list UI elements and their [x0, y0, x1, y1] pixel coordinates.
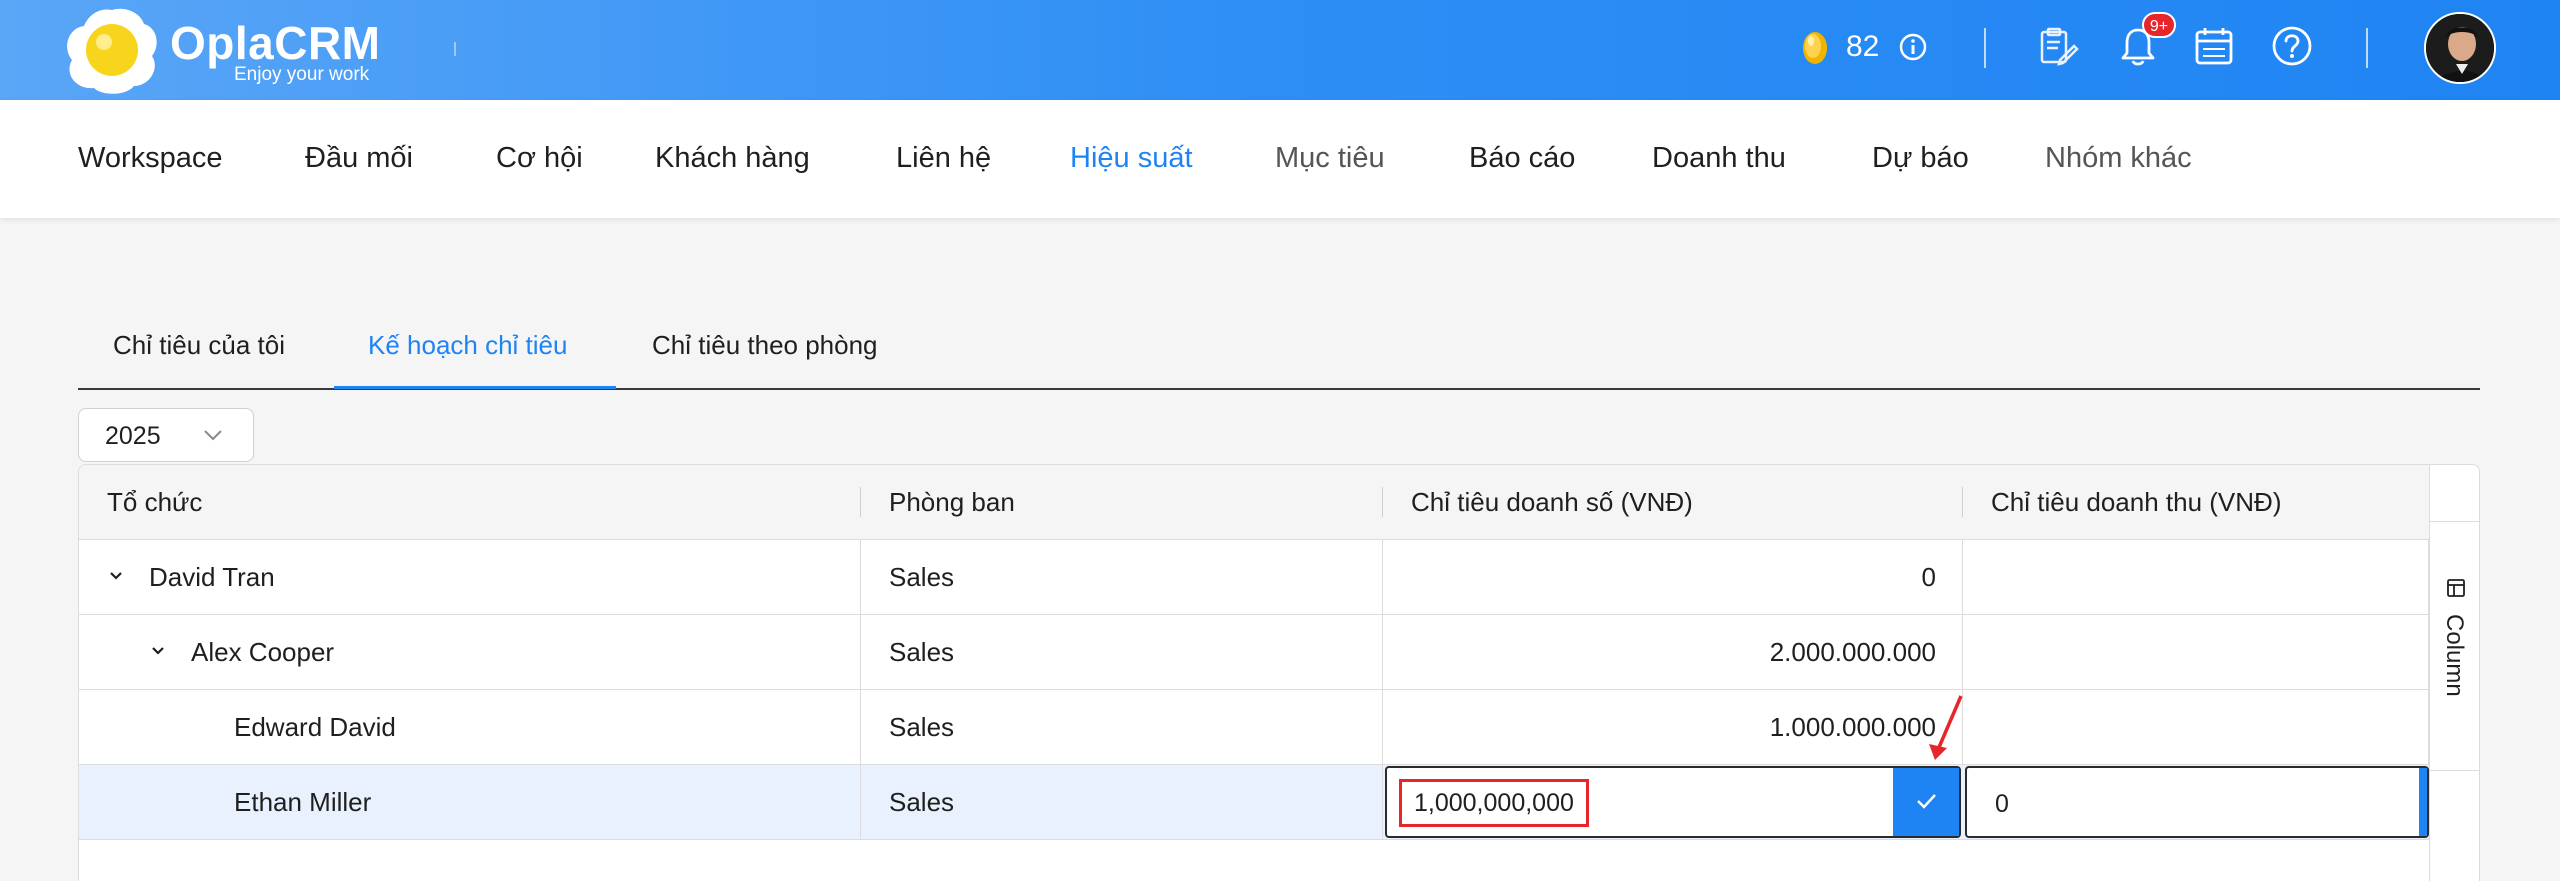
year-select[interactable]: 2025 [78, 408, 254, 462]
table-columns-icon [2447, 579, 2465, 597]
chevron-down-icon [204, 430, 222, 441]
department-cell: Sales [861, 615, 1383, 689]
department-cell: Sales [861, 690, 1383, 764]
column-settings-button[interactable]: Column [2430, 521, 2479, 771]
calendar-icon[interactable] [2192, 24, 2236, 68]
tab-my-targets[interactable]: Chỉ tiêu của tôi [113, 330, 285, 361]
column-panel-label: Column [2441, 614, 2468, 697]
revenue-target-input-value[interactable]: 0 [1995, 790, 2009, 819]
info-icon[interactable] [1898, 32, 1928, 62]
revenue-target-cell[interactable] [1963, 615, 2429, 689]
nav-workspace[interactable]: Workspace [78, 142, 223, 175]
check-icon [1917, 794, 1936, 809]
header-divider [454, 42, 456, 56]
caret-down-icon[interactable] [107, 567, 125, 585]
sales-target-input-value[interactable]: 1,000,000,000 [1399, 779, 1589, 827]
column-header-department[interactable]: Phòng ban [861, 465, 1383, 540]
target-plan-table: Tổ chức Phòng ban Chỉ tiêu doanh số (VNĐ… [78, 464, 2480, 881]
nav-performance[interactable]: Hiệu suất [1070, 142, 1193, 175]
sub-tabs: Chỉ tiêu của tôi Kế hoạch chỉ tiêu Chỉ t… [78, 312, 2480, 390]
revenue-target-cell[interactable] [1963, 690, 2429, 764]
organization-cell: Alex Cooper [79, 615, 861, 689]
tab-department-targets[interactable]: Chỉ tiêu theo phòng [652, 330, 878, 361]
confirm-button[interactable] [1893, 768, 1959, 836]
column-settings-panel: Column [2429, 465, 2479, 881]
department-cell: Sales [861, 540, 1383, 614]
top-header: OplaCRM Enjoy your work 82 9+ [0, 0, 2560, 100]
revenue-target-input[interactable]: 0 [1965, 766, 2429, 838]
column-header-organization[interactable]: Tổ chức [79, 465, 861, 540]
table-row[interactable]: Alex Cooper Sales 2.000.000.000 [79, 615, 2429, 690]
nav-revenue[interactable]: Doanh thu [1652, 142, 1786, 175]
brand-name[interactable]: OplaCRM [170, 16, 381, 70]
revenue-target-cell[interactable] [1963, 540, 2429, 614]
nav-forecast[interactable]: Dự báo [1872, 142, 1969, 175]
column-header-revenue-target[interactable]: Chỉ tiêu doanh thu (VNĐ) [1963, 465, 2429, 540]
brand-tagline: Enjoy your work [234, 64, 370, 85]
sales-target-input[interactable]: 1,000,000,000 [1385, 766, 1961, 838]
input-accent-bar [2419, 768, 2427, 836]
sales-target-cell[interactable]: 2.000.000.000 [1383, 615, 1963, 689]
tab-target-plan[interactable]: Kế hoạch chỉ tiêu [368, 330, 567, 361]
caret-down-icon[interactable] [149, 642, 167, 660]
main-nav: Workspace Đầu mối Cơ hội Khách hàng Liên… [0, 100, 2560, 218]
active-tab-indicator [334, 386, 616, 389]
coin-count: 82 [1846, 30, 1880, 63]
notification-badge: 9+ [2142, 12, 2176, 38]
column-header-sales-target[interactable]: Chỉ tiêu doanh số (VNĐ) [1383, 465, 1963, 540]
table-row[interactable]: David Tran Sales 0 [79, 540, 2429, 615]
user-avatar[interactable] [2424, 12, 2496, 84]
nav-other-groups[interactable]: Nhóm khác [2045, 142, 2192, 175]
organization-cell: David Tran [79, 540, 861, 614]
sales-target-cell[interactable]: 0 [1383, 540, 1963, 614]
header-divider [2366, 28, 2368, 68]
table-row[interactable]: Edward David Sales 1.000.000.000 [79, 690, 2429, 765]
nav-reports[interactable]: Báo cáo [1469, 142, 1575, 175]
organization-cell: Edward David [79, 690, 861, 764]
nav-leads[interactable]: Đầu mối [305, 142, 413, 175]
year-select-value: 2025 [105, 422, 161, 450]
help-icon[interactable] [2270, 24, 2314, 68]
logo-egg-icon[interactable] [62, 4, 162, 96]
nav-customers[interactable]: Khách hàng [655, 142, 810, 175]
coin-icon [1803, 32, 1827, 64]
nav-goals[interactable]: Mục tiêu [1275, 142, 1385, 175]
red-arrow-annotation [1929, 695, 1963, 760]
sales-target-cell[interactable]: 1.000.000.000 [1383, 690, 1963, 764]
clipboard-icon[interactable] [2036, 24, 2080, 68]
department-cell: Sales [861, 765, 1383, 839]
organization-cell: Ethan Miller [79, 765, 861, 839]
nav-opportunities[interactable]: Cơ hội [496, 142, 583, 175]
header-divider [1984, 28, 1986, 68]
table-row-selected[interactable]: Ethan Miller Sales 1,000,000,000 0 [79, 765, 2429, 840]
avatar-portrait-icon [2426, 14, 2494, 82]
nav-contacts[interactable]: Liên hệ [896, 142, 991, 175]
